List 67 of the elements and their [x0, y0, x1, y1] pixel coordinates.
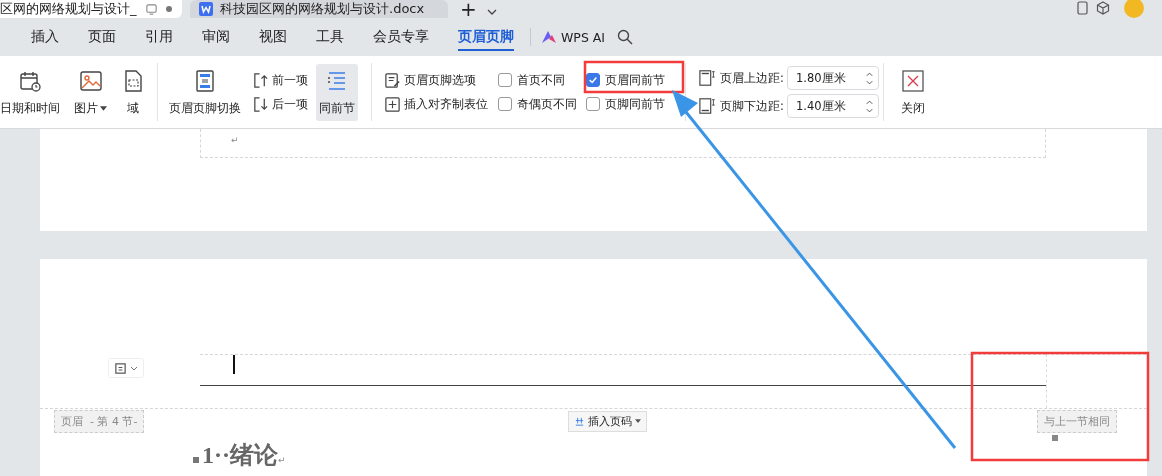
page-number-icon [574, 415, 586, 427]
checkbox[interactable]: 页脚同前节 [586, 96, 665, 112]
link-to-previous-button[interactable]: 同前节 [316, 63, 358, 121]
header-options-button[interactable] [108, 358, 144, 378]
frame-icon [114, 361, 127, 375]
menu-tab[interactable]: 视图 [259, 18, 287, 56]
square-icon [1052, 435, 1058, 441]
heading: 1··绪论 [202, 441, 278, 470]
paragraph-mark: ↵ [278, 455, 286, 465]
down-arrow-icon [252, 95, 269, 113]
margin-label: 页眉上边距: [720, 70, 784, 86]
ribbon-button[interactable]: 插入对齐制表位 [384, 95, 488, 113]
checkbox[interactable]: 首页不同 [498, 72, 586, 88]
ribbon-button[interactable]: 日期和时间 [0, 63, 63, 121]
checkbox-box[interactable] [498, 97, 512, 111]
header-section-label: 页眉 - 第 4 节- [54, 409, 145, 433]
plus-icon [384, 95, 401, 113]
phone-icon[interactable] [1076, 1, 1090, 15]
document-icon [198, 1, 214, 17]
monitor-icon [144, 2, 158, 16]
edit-icon [384, 71, 401, 89]
insert-page-number-button[interactable]: 插入页码 [568, 410, 648, 432]
header-footer-icon [193, 68, 217, 93]
checkbox-box[interactable] [586, 73, 600, 87]
menu-tab[interactable]: 会员专享 [373, 18, 429, 56]
spinner-icon[interactable] [864, 98, 874, 114]
margin-icon [699, 97, 718, 115]
up-arrow-icon [252, 71, 269, 89]
ribbon-button[interactable]: 后一项 [252, 95, 308, 113]
menu-tab[interactable]: 审阅 [202, 18, 230, 56]
menu-tab[interactable]: 引用 [145, 18, 173, 56]
text-cursor [233, 355, 235, 374]
dot-icon [166, 6, 172, 12]
spin-field[interactable]: 1.40厘米 [786, 94, 879, 118]
chevron-down-icon[interactable] [486, 9, 497, 15]
spinner-icon[interactable] [864, 70, 874, 86]
spin-field[interactable]: 1.80厘米 [786, 66, 879, 90]
checkbox[interactable]: 奇偶页不同 [498, 96, 586, 112]
menu-tab[interactable]: 页眉页脚 [458, 18, 514, 56]
cube-icon[interactable] [1096, 1, 1110, 15]
ribbon-button[interactable]: 域 [118, 63, 148, 121]
close-button[interactable]: 关闭 [898, 63, 928, 121]
caret-icon [635, 419, 642, 423]
search-icon[interactable] [617, 29, 634, 45]
image-icon [78, 68, 103, 93]
chevron-down-icon [130, 365, 138, 371]
ribbon-button[interactable]: 图片 [71, 63, 110, 121]
margin-label: 页脚下边距: [720, 98, 784, 114]
menu-tab[interactable]: 工具 [316, 18, 344, 56]
menu-tab[interactable]: 插入 [31, 18, 59, 56]
bullet-icon [193, 457, 199, 463]
ai-button[interactable]: WPS AI [541, 29, 606, 45]
checkbox-box[interactable] [586, 97, 600, 111]
menu-tab[interactable]: 页面 [88, 18, 116, 56]
margin-icon [699, 69, 718, 87]
document-tab[interactable]: 科技园区网的网络规划与设计.docx [190, 0, 448, 18]
new-tab-button[interactable]: + [460, 0, 477, 18]
document-tab[interactable]: 区网的网络规划与设计_ [0, 0, 182, 18]
paragraph-mark: ↵ [231, 135, 239, 145]
checkbox[interactable]: 页眉同前节 [586, 72, 665, 88]
same-as-previous-label: 与上一节相同 [1037, 409, 1118, 433]
logo-icon [541, 30, 557, 44]
ribbon-button[interactable]: 页眉页脚选项 [384, 71, 488, 89]
ribbon-button[interactable]: 前一项 [252, 71, 308, 89]
checkbox-box[interactable] [498, 73, 512, 87]
ribbon-button[interactable]: 页眉页脚切换 [166, 63, 244, 121]
close-icon [901, 68, 925, 93]
